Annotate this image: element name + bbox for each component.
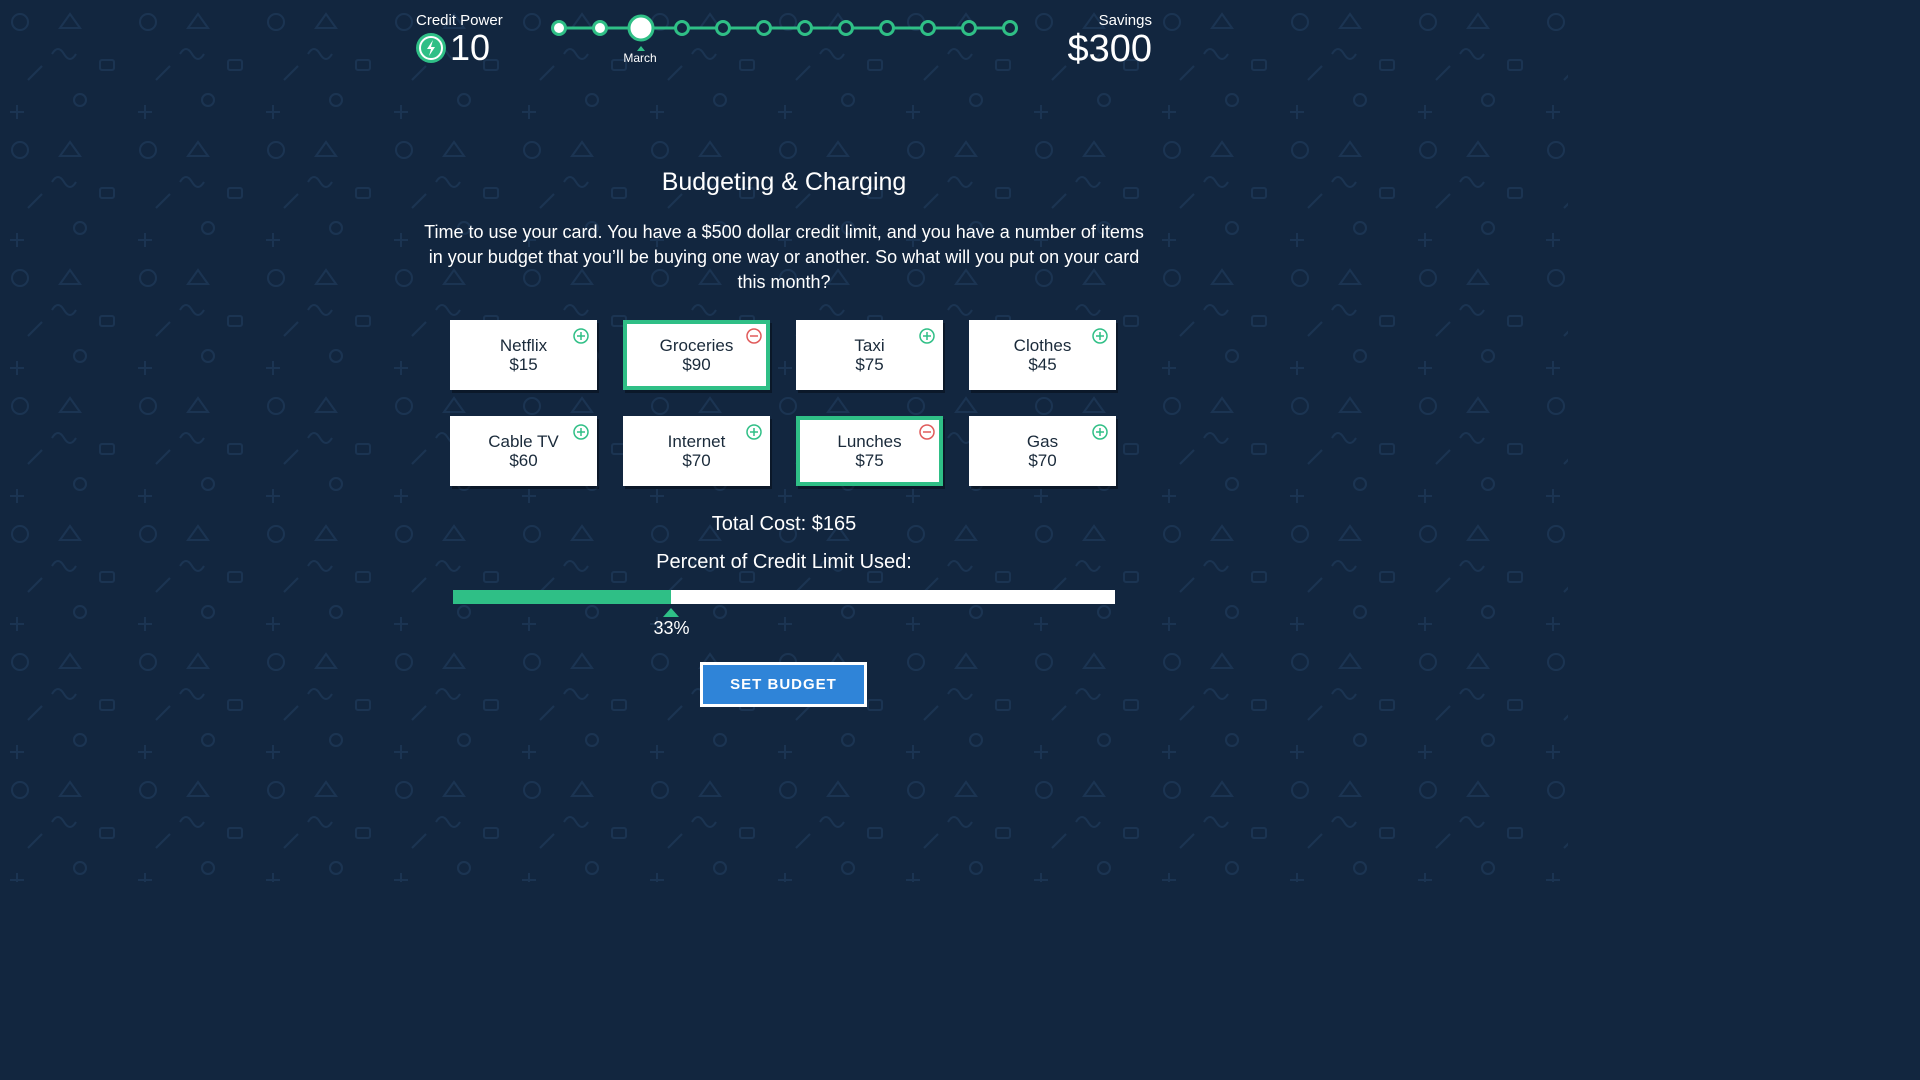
game-screen: Credit Power 10 March Savings $300 Budge… — [0, 0, 1568, 882]
credit-power-panel: Credit Power 10 — [416, 12, 503, 66]
budget-item-card[interactable]: Lunches $75 — [796, 416, 943, 486]
bolt-icon — [416, 33, 446, 63]
timeline-step-completed — [551, 20, 567, 36]
timeline-step-upcoming — [756, 20, 772, 36]
budget-item-card[interactable]: Groceries $90 — [623, 320, 770, 390]
budget-item-price: $15 — [509, 355, 538, 374]
credit-usage-fill — [453, 590, 672, 604]
plus-circle-icon[interactable] — [919, 328, 935, 344]
timeline-step-completed — [592, 20, 608, 36]
plus-circle-icon[interactable] — [1092, 424, 1108, 440]
budget-item-price: $60 — [509, 451, 538, 470]
savings-label: Savings — [1098, 12, 1152, 29]
timeline-step-upcoming — [797, 20, 813, 36]
budget-item-card[interactable]: Internet $70 — [623, 416, 770, 486]
plus-circle-icon[interactable] — [746, 424, 762, 440]
budget-item-price: $45 — [1028, 355, 1057, 374]
plus-circle-icon[interactable] — [573, 328, 589, 344]
timeline-step-upcoming — [838, 20, 854, 36]
budget-item-card[interactable]: Taxi $75 — [796, 320, 943, 390]
budget-item-grid: Netflix $15 Groceries $90 Taxi $75 Clothes $45 C… — [450, 320, 1118, 488]
timeline-step-current — [627, 14, 655, 42]
minus-circle-icon[interactable] — [746, 328, 762, 344]
budget-item-price: $75 — [855, 451, 884, 470]
timeline-step-upcoming — [674, 20, 690, 36]
percent-label: Percent of Credit Limit Used: — [656, 551, 912, 573]
credit-usage-bar — [453, 590, 1115, 604]
page-title: Budgeting & Charging — [661, 168, 907, 196]
intro-text: Time to use your card. You have a $500 d… — [424, 222, 1144, 292]
savings-value: $300 — [1067, 28, 1152, 70]
budget-item-card[interactable]: Netflix $15 — [450, 320, 597, 390]
budget-item-price: $75 — [855, 355, 884, 374]
total-cost: Total Cost: $165 — [711, 513, 857, 535]
credit-usage-marker: 33% — [641, 608, 701, 639]
budget-item-card[interactable]: Clothes $45 — [969, 320, 1116, 390]
budget-item-card[interactable]: Gas $70 — [969, 416, 1116, 486]
month-timeline — [551, 14, 1018, 51]
timeline-step-upcoming — [879, 20, 895, 36]
timeline-step-upcoming — [1002, 20, 1018, 36]
minus-circle-icon[interactable] — [919, 424, 935, 440]
budget-item-card[interactable]: Cable TV $60 — [450, 416, 597, 486]
set-budget-button[interactable]: SET BUDGET — [700, 662, 867, 707]
plus-circle-icon[interactable] — [573, 424, 589, 440]
plus-circle-icon[interactable] — [1092, 328, 1108, 344]
savings-panel: Savings $300 — [1067, 12, 1152, 69]
timeline-step-upcoming — [961, 20, 977, 36]
credit-power-value: 10 — [450, 27, 491, 68]
timeline-step-upcoming — [920, 20, 936, 36]
budget-item-price: $90 — [682, 355, 711, 374]
current-month-label: March — [623, 51, 657, 65]
budget-item-price: $70 — [682, 451, 711, 470]
budget-item-price: $70 — [1028, 451, 1057, 470]
timeline-step-upcoming — [715, 20, 731, 36]
marker-triangle-icon — [663, 608, 680, 617]
credit-usage-percent: 33% — [653, 618, 690, 638]
